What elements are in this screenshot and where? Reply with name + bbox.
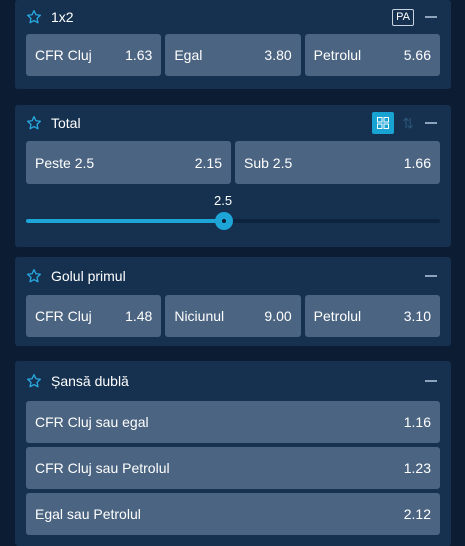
outcome-odds: 3.80 [264,47,292,63]
outcome-label: CFR Cluj [35,47,92,63]
outcome-odds: 3.10 [403,308,431,324]
outcomes-row: CFR Cluj 1.48 Niciunul 9.00 Petrolul 3.1… [26,295,440,337]
star-icon[interactable] [26,372,44,390]
slider-value: 2.5 [214,193,233,208]
outcome-label: Egal sau Petrolul [35,506,141,522]
market-header: Șansă dublă [26,361,440,401]
collapse-icon[interactable] [422,267,440,285]
outcome-label: Egal [174,47,203,63]
odds-button-1x[interactable]: CFR Cluj sau egal 1.16 [26,401,440,443]
outcome-label: Peste 2.5 [35,154,95,171]
star-icon[interactable] [26,8,44,26]
outcome-odds: 1.23 [403,460,431,476]
outcome-label: Sub 2.5 [244,154,293,171]
outcome-odds: 2.15 [194,154,222,171]
odds-button-petrolul[interactable]: Petrolul 5.66 [304,34,440,76]
market-title: Șansă dublă [51,373,129,389]
market-title: Total [51,115,81,131]
outcome-odds: 1.63 [125,47,153,63]
star-icon[interactable] [26,114,44,132]
market-1x2: 1x2 PA CFR Cluj 1.63 Egal 3.80 Petrolul … [15,0,451,89]
collapse-icon[interactable] [422,114,440,132]
pa-badge[interactable]: PA [392,8,414,26]
slider-handle[interactable] [215,212,233,230]
outcome-label: CFR Cluj sau Petrolul [35,460,170,476]
outcome-odds: 9.00 [264,308,292,324]
outcome-odds: 1.48 [125,308,153,324]
outcome-label: CFR Cluj [35,308,92,324]
market-title: 1x2 [51,9,74,25]
slider-fill [26,219,224,223]
odds-button-under[interactable]: Sub 2.5 1.66 [235,141,440,184]
market-header: Total ⇅ [26,105,440,141]
star-icon[interactable] [26,267,44,285]
total-line-slider[interactable]: 2.5 [26,184,440,240]
odds-button-none[interactable]: Niciunul 9.00 [165,295,301,337]
outcome-label: Petrolul [313,308,362,324]
outcome-odds: 1.66 [403,154,431,171]
odds-button-cfr-cluj[interactable]: CFR Cluj 1.48 [26,295,162,337]
outcomes-row: Peste 2.5 2.15 Sub 2.5 1.66 [26,141,440,184]
sort-icon[interactable]: ⇅ [402,115,414,132]
odds-button-12[interactable]: CFR Cluj sau Petrolul 1.23 [26,447,440,489]
outcomes-row: CFR Cluj 1.63 Egal 3.80 Petrolul 5.66 [26,34,440,76]
outcome-label: CFR Cluj sau egal [35,414,149,430]
collapse-icon[interactable] [422,8,440,26]
odds-button-cfr-cluj[interactable]: CFR Cluj 1.63 [26,34,162,76]
outcome-label: Petrolul [313,47,362,63]
market-header: 1x2 PA [26,0,440,34]
outcome-label: Niciunul [174,308,225,324]
collapse-icon[interactable] [422,372,440,390]
outcomes-list: CFR Cluj sau egal 1.16 CFR Cluj sau Petr… [26,401,440,535]
market-first-goal: Golul primul CFR Cluj 1.48 Niciunul 9.00… [15,257,451,346]
market-header: Golul primul [26,257,440,295]
outcome-odds: 1.16 [403,414,431,430]
odds-button-over[interactable]: Peste 2.5 2.15 [26,141,231,184]
outcome-odds: 5.66 [403,47,431,63]
market-total: Total ⇅ Peste 2.5 2.15 Sub 2.5 1.66 2.5 [15,105,451,247]
odds-button-egal[interactable]: Egal 3.80 [165,34,301,76]
outcome-odds: 2.12 [403,506,431,522]
market-title: Golul primul [51,268,126,284]
odds-button-x2[interactable]: Egal sau Petrolul 2.12 [26,493,440,535]
market-double-chance: Șansă dublă CFR Cluj sau egal 1.16 CFR C… [15,361,451,546]
odds-button-petrolul[interactable]: Petrolul 3.10 [304,295,440,337]
grid-view-icon[interactable] [372,112,395,134]
